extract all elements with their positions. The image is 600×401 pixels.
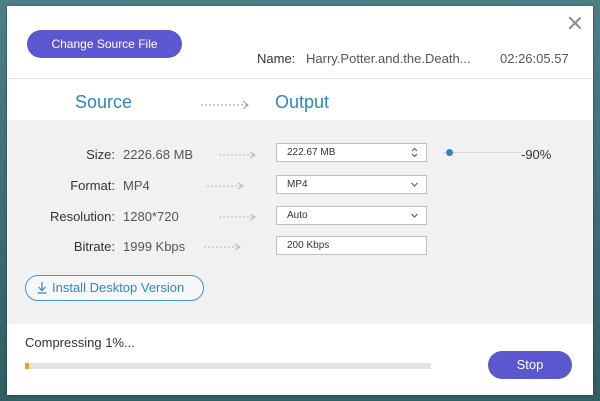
size-label: Size: <box>86 147 115 162</box>
arrow-right-icon <box>219 213 256 221</box>
progress-fill <box>25 363 29 369</box>
install-label: Install Desktop Version <box>52 280 185 295</box>
close-icon[interactable] <box>567 15 583 31</box>
compression-slider-track[interactable] <box>443 152 521 153</box>
resolution-label: Resolution: <box>49 209 115 224</box>
output-heading: Output <box>275 92 330 112</box>
arrow-right-icon <box>219 151 256 159</box>
output-size-value: 222.67 MB <box>287 147 336 158</box>
name-label: Name: <box>257 51 296 66</box>
output-size-stepper[interactable]: 222.67 MB <box>276 143 427 162</box>
output-format-value: MP4 <box>287 179 308 190</box>
bitrate-label: Bitrate: <box>73 239 115 254</box>
compression-slider-handle[interactable] <box>446 149 453 156</box>
chevron-down-icon <box>411 213 418 218</box>
compress-status: Compressing 1%... <box>25 335 135 350</box>
change-source-file-button[interactable]: Change Source File <box>27 30 182 58</box>
progress-bar <box>25 363 431 369</box>
file-name: Harry.Potter.and.the.Death... <box>306 51 471 66</box>
stop-button[interactable]: Stop <box>488 351 572 379</box>
source-size: 2226.68 MB <box>123 147 194 162</box>
download-icon <box>37 282 47 294</box>
output-resolution-dropdown[interactable]: Auto <box>276 206 427 225</box>
output-resolution-value: Auto <box>287 210 308 221</box>
output-format-dropdown[interactable]: MP4 <box>276 175 427 194</box>
arrow-right-icon <box>201 100 249 110</box>
compression-percent: -90% <box>521 147 552 162</box>
source-format: MP4 <box>123 178 150 193</box>
source-heading: Source <box>75 92 133 112</box>
file-duration: 02:26:05.57 <box>500 51 569 66</box>
arrow-right-icon <box>207 182 244 190</box>
format-label: Format: <box>70 178 115 193</box>
install-desktop-version-button[interactable]: Install Desktop Version <box>25 275 204 301</box>
output-bitrate-field[interactable]: 200 Kbps <box>276 236 427 255</box>
dialog-header: Change Source File Name: Harry.Potter.an… <box>7 6 593 78</box>
source-resolution: 1280*720 <box>123 209 179 224</box>
arrow-right-icon <box>204 243 241 251</box>
output-bitrate-value: 200 Kbps <box>287 240 330 251</box>
compressor-dialog: Change Source File Name: Harry.Potter.an… <box>7 6 593 395</box>
chevron-down-icon <box>411 182 418 187</box>
source-bitrate: 1999 Kbps <box>123 239 186 254</box>
stepper-icon[interactable] <box>411 147 418 158</box>
